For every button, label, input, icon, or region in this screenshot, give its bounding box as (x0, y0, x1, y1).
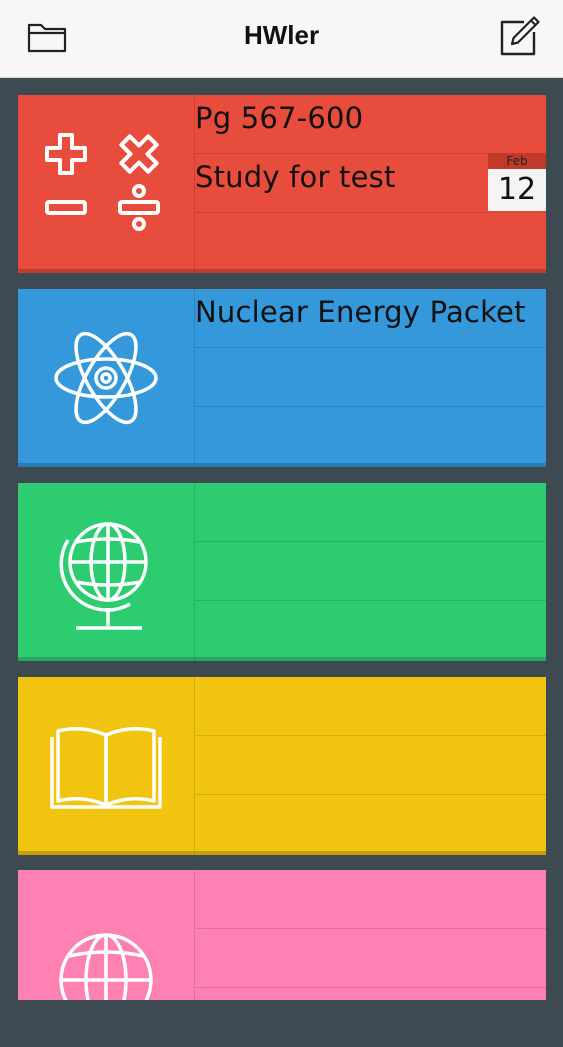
subject-icon-panel (18, 483, 195, 661)
globe-stand-icon (59, 522, 148, 630)
homework-line[interactable] (195, 929, 546, 988)
homework-line[interactable] (195, 483, 546, 542)
card-divider (18, 657, 546, 661)
subject-card-science[interactable]: Nuclear Energy Packet (18, 289, 546, 467)
navigation-bar: HWler (0, 0, 563, 78)
homework-line[interactable] (195, 677, 546, 736)
homework-lines (195, 677, 546, 855)
homework-line[interactable]: Pg 567-600 (195, 95, 546, 154)
compose-icon (500, 16, 540, 56)
card-divider (18, 269, 546, 273)
due-date-badge[interactable]: Feb 12 (488, 153, 546, 211)
subject-icon-panel (18, 677, 195, 855)
homework-line[interactable] (195, 213, 546, 272)
subject-icon-panel (18, 289, 195, 467)
homework-lines: Nuclear Energy Packet (195, 289, 546, 467)
subject-card-geography[interactable] (18, 483, 546, 661)
homework-line[interactable] (195, 348, 546, 407)
atom-icon (54, 331, 158, 425)
subject-icon-panel (18, 95, 195, 273)
homework-line[interactable] (195, 795, 546, 854)
subject-card-reading[interactable] (18, 677, 546, 855)
homework-line[interactable] (195, 736, 546, 795)
due-date-month: Feb (488, 153, 546, 169)
homework-line[interactable] (195, 542, 546, 601)
homework-text: Study for test (195, 160, 396, 194)
homework-line[interactable] (195, 407, 546, 466)
subject-icon-panel (18, 870, 195, 1000)
homework-line[interactable]: Nuclear Energy Packet (195, 289, 546, 348)
subject-card-languages[interactable] (18, 870, 546, 1000)
open-book-icon (50, 727, 162, 809)
math-operators-icon (45, 133, 160, 231)
homework-lines (195, 870, 546, 1000)
homework-lines (195, 483, 546, 661)
homework-text: Pg 567-600 (195, 101, 364, 135)
card-divider (18, 463, 546, 467)
subject-card-math[interactable]: Pg 567-600 Study for test Feb 12 (18, 95, 546, 273)
globe-icon (59, 933, 153, 1000)
homework-line[interactable] (195, 870, 546, 929)
homework-line[interactable] (195, 988, 546, 1047)
homework-lines: Pg 567-600 Study for test Feb 12 (195, 95, 546, 273)
due-date-day: 12 (488, 169, 546, 211)
card-divider (18, 851, 546, 855)
compose-button[interactable] (496, 14, 542, 60)
homework-text: Nuclear Energy Packet (195, 295, 526, 329)
homework-line[interactable] (195, 601, 546, 660)
app-title: HWler (243, 20, 320, 50)
